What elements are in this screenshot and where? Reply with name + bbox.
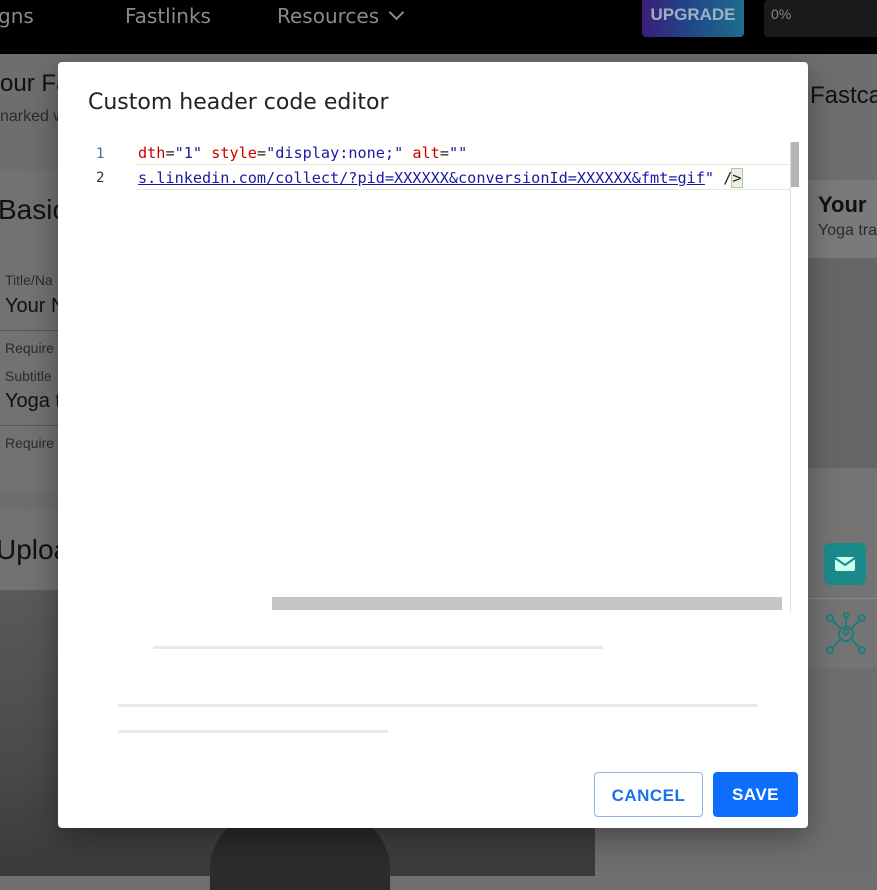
line-number: 2: [96, 170, 105, 186]
nav-item-fastlinks[interactable]: Fastlinks: [125, 4, 211, 28]
code-token: =: [439, 144, 449, 162]
nav-item-resources[interactable]: Resources: [277, 4, 405, 28]
help-text-placeholder: [118, 704, 758, 707]
preview-card-title: Your: [818, 192, 867, 217]
code-token: "1": [174, 144, 203, 162]
editor-vertical-scroll-thumb[interactable]: [791, 142, 799, 187]
code-token: "": [448, 144, 468, 162]
code-editor[interactable]: 1 2 dth="1" style="display:none;" alt=""…: [86, 140, 808, 610]
title-input[interactable]: Your N: [5, 295, 65, 318]
code-token: dth: [138, 144, 166, 162]
code-token: =: [165, 144, 175, 162]
subtitle-label: Subtitle: [5, 368, 52, 384]
title-label: Title/Na: [5, 272, 53, 288]
dialog-title: Custom header code editor: [88, 90, 389, 115]
preview-card-subtitle: Yoga tra: [818, 222, 877, 239]
code-tag-close: /: [714, 169, 733, 187]
network-icon[interactable]: [824, 611, 868, 656]
subtitle-input[interactable]: Yoga t: [5, 390, 61, 413]
progress-indicator: 0%: [764, 0, 877, 37]
save-button[interactable]: SAVE: [713, 772, 798, 817]
nav-item-resources-label: Resources: [277, 4, 380, 28]
divider: [808, 598, 877, 599]
chevron-down-icon: [388, 4, 405, 21]
nav-item-campaigns[interactable]: gns: [0, 4, 34, 28]
divider: [0, 425, 60, 426]
code-quote: ": [704, 169, 715, 187]
help-text-placeholder: [118, 730, 388, 733]
code-line-2[interactable]: s.linkedin.com/collect/?pid=XXXXXX&conve…: [138, 168, 743, 188]
code-bracket: >: [731, 168, 743, 188]
editor-horizontal-scroll-thumb[interactable]: [272, 597, 782, 610]
page-subheading: narked w: [0, 108, 65, 125]
section-basic-heading: Basic: [0, 194, 67, 225]
text-cursor: [741, 168, 743, 186]
cancel-button[interactable]: CANCEL: [594, 772, 703, 817]
code-token: "display:none;": [266, 144, 404, 162]
fastcard-heading: Fastca: [810, 82, 877, 109]
line-number: 1: [96, 146, 105, 162]
help-text-placeholder: [153, 646, 603, 649]
editor-vertical-scrollbar[interactable]: [790, 142, 807, 612]
upgrade-button[interactable]: UPGRADE: [642, 0, 744, 37]
top-navigation: gns Fastlinks Resources UPGRADE 0%: [0, 0, 877, 54]
code-line-1[interactable]: dth="1" style="display:none;" alt="": [138, 144, 467, 162]
code-url: s.linkedin.com/collect/?pid=XXXXXX&conve…: [138, 169, 705, 187]
mail-icon[interactable]: [824, 543, 866, 585]
divider: [0, 330, 60, 331]
custom-header-code-dialog: Custom header code editor 1 2 dth="1" st…: [58, 62, 808, 828]
required-hint: Require: [5, 340, 55, 356]
required-hint: Require: [5, 435, 55, 451]
preview-area: [808, 258, 877, 468]
code-token: alt: [412, 144, 440, 162]
code-token: style: [211, 144, 257, 162]
code-token: =: [256, 144, 267, 162]
